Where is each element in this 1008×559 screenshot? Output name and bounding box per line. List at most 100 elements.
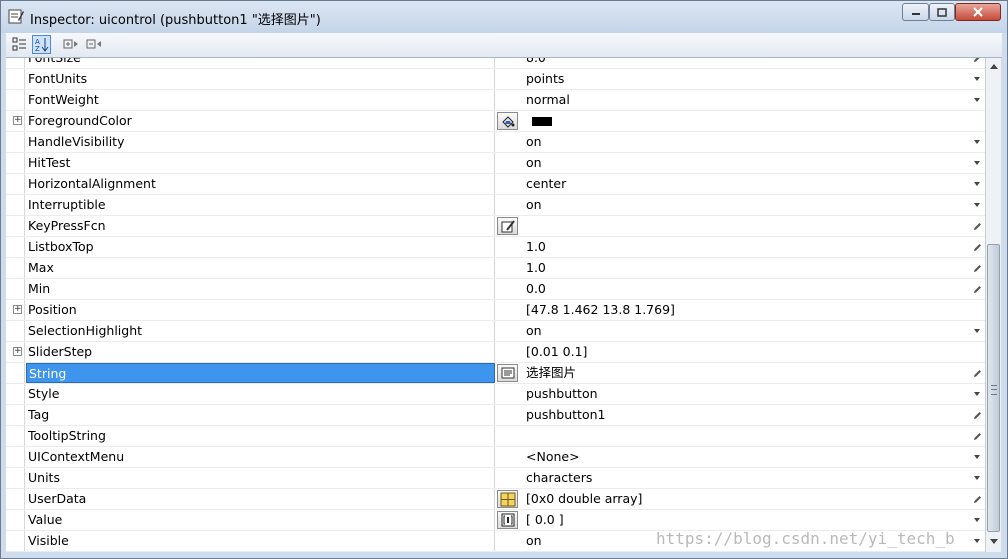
property-row-units[interactable]: Units characters <box>6 468 985 489</box>
text-editor-button[interactable] <box>497 364 518 382</box>
property-value[interactable]: <None> <box>526 447 966 467</box>
property-value[interactable]: pushbutton <box>526 384 966 404</box>
property-row-fontunits[interactable]: FontUnits points <box>6 69 985 90</box>
property-value[interactable] <box>526 216 966 236</box>
property-value[interactable]: [0x0 double array] <box>526 489 966 509</box>
edit-button[interactable] <box>972 430 982 442</box>
property-value[interactable] <box>526 426 966 446</box>
property-value[interactable]: [47.8 1.462 13.8 1.769] <box>526 300 966 320</box>
property-name[interactable]: FontWeight <box>26 90 495 110</box>
property-name[interactable]: Units <box>26 468 495 488</box>
edit-button[interactable] <box>972 493 982 505</box>
property-value[interactable]: [ 0.0 ] <box>526 510 966 530</box>
property-row-hittest[interactable]: HitTest on <box>6 153 985 174</box>
property-name[interactable]: Max <box>26 258 495 278</box>
property-name[interactable]: HandleVisibility <box>26 132 495 152</box>
color-picker-button[interactable] <box>497 112 518 130</box>
property-value[interactable] <box>526 111 966 131</box>
property-name[interactable]: FontSize <box>26 58 495 68</box>
dropdown-button[interactable] <box>972 73 982 85</box>
property-value[interactable]: [0.01 0.1] <box>526 342 966 362</box>
property-value[interactable]: on <box>526 195 966 215</box>
dropdown-button[interactable] <box>972 514 982 526</box>
property-row-horizontalalignment[interactable]: HorizontalAlignment center <box>6 174 985 195</box>
property-value[interactable]: center <box>526 174 966 194</box>
property-row-value[interactable]: Value [ 0.0 ] <box>6 510 985 531</box>
expand-icon[interactable]: + <box>13 347 22 356</box>
property-row-tooltipstring[interactable]: TooltipString <box>6 426 985 447</box>
property-value[interactable]: 8.0 <box>526 58 966 68</box>
property-value[interactable]: normal <box>526 90 966 110</box>
property-value[interactable]: 1.0 <box>526 237 966 257</box>
property-value[interactable]: 选择图片 <box>526 363 966 383</box>
property-name[interactable]: Interruptible <box>26 195 495 215</box>
property-row-userdata[interactable]: UserData [0x0 double array] <box>6 489 985 510</box>
property-row-keypressfcn[interactable]: KeyPressFcn <box>6 216 985 237</box>
dropdown-button[interactable] <box>972 451 982 463</box>
property-name[interactable]: Position <box>26 300 495 320</box>
alphabetical-view-button[interactable]: A Z <box>32 35 51 54</box>
close-button[interactable] <box>955 3 1001 21</box>
title-bar[interactable]: Inspector: uicontrol (pushbutton1 "选择图片"… <box>1 1 1007 33</box>
expand-icon[interactable]: + <box>13 116 22 125</box>
dropdown-button[interactable] <box>972 325 982 337</box>
property-name[interactable]: ForegroundColor <box>26 111 495 131</box>
property-name[interactable]: Tag <box>26 405 495 425</box>
property-row-foregroundcolor[interactable]: + ForegroundColor <box>6 111 985 132</box>
callback-editor-button[interactable] <box>497 217 518 235</box>
dropdown-button[interactable] <box>972 472 982 484</box>
edit-button[interactable] <box>972 409 982 421</box>
array-editor-button[interactable] <box>497 490 518 508</box>
dropdown-button[interactable] <box>972 94 982 106</box>
property-name[interactable]: Value <box>26 510 495 530</box>
property-name[interactable]: UIContextMenu <box>26 447 495 467</box>
edit-button[interactable] <box>972 262 982 274</box>
property-value[interactable]: points <box>526 69 966 89</box>
property-name[interactable]: String <box>26 363 495 383</box>
property-value[interactable]: on <box>526 321 966 341</box>
property-row-handlevisibility[interactable]: HandleVisibility on <box>6 132 985 153</box>
property-row-position[interactable]: + Position [47.8 1.462 13.8 1.769] <box>6 300 985 321</box>
dropdown-button[interactable] <box>972 157 982 169</box>
property-name[interactable]: HitTest <box>26 153 495 173</box>
property-row-style[interactable]: Style pushbutton <box>6 384 985 405</box>
categorized-view-button[interactable] <box>10 35 29 54</box>
collapse-all-button[interactable] <box>84 35 103 54</box>
property-value[interactable]: 0.0 <box>526 279 966 299</box>
edit-button[interactable] <box>972 220 982 232</box>
dropdown-button[interactable] <box>972 178 982 190</box>
property-row-selectionhighlight[interactable]: SelectionHighlight on <box>6 321 985 342</box>
property-name[interactable]: Min <box>26 279 495 299</box>
property-name[interactable]: SliderStep <box>26 342 495 362</box>
property-name[interactable]: Style <box>26 384 495 404</box>
edit-button[interactable] <box>972 283 982 295</box>
property-name[interactable]: Visible <box>26 531 495 551</box>
property-row-uicontextmenu[interactable]: UIContextMenu <None> <box>6 447 985 468</box>
property-row-interruptible[interactable]: Interruptible on <box>6 195 985 216</box>
property-value[interactable]: on <box>526 132 966 152</box>
dropdown-button[interactable] <box>972 388 982 400</box>
property-name[interactable]: SelectionHighlight <box>26 321 495 341</box>
property-name[interactable]: KeyPressFcn <box>26 216 495 236</box>
property-grid[interactable]: FontSize 8.0 FontUnits points FontWeight norm… <box>6 58 985 552</box>
property-value[interactable]: on <box>526 153 966 173</box>
edit-button[interactable] <box>972 58 982 64</box>
property-row-min[interactable]: Min 0.0 <box>6 279 985 300</box>
property-name[interactable]: HorizontalAlignment <box>26 174 495 194</box>
dropdown-button[interactable] <box>972 199 982 211</box>
scroll-down-button[interactable] <box>988 536 1000 548</box>
property-row-fontweight[interactable]: FontWeight normal <box>6 90 985 111</box>
property-row-listboxtop[interactable]: ListboxTop 1.0 <box>6 237 985 258</box>
edit-button[interactable] <box>972 367 982 379</box>
dropdown-button[interactable] <box>972 136 982 148</box>
scroll-up-button[interactable] <box>988 60 1000 72</box>
property-row-tag[interactable]: Tag pushbutton1 <box>6 405 985 426</box>
maximize-button[interactable] <box>929 3 955 21</box>
property-row-fontsize[interactable]: FontSize 8.0 <box>6 58 985 69</box>
property-name[interactable]: ListboxTop <box>26 237 495 257</box>
expand-icon[interactable]: + <box>13 305 22 314</box>
minimize-button[interactable] <box>902 3 929 21</box>
edit-button[interactable] <box>972 241 982 253</box>
dropdown-button[interactable] <box>972 535 982 547</box>
scroll-thumb[interactable] <box>987 244 1000 532</box>
